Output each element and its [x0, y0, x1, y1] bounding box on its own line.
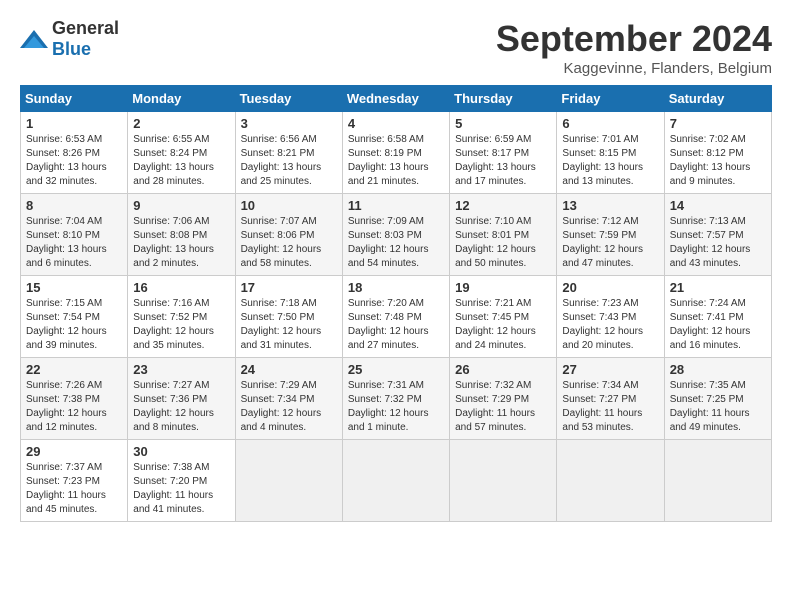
table-row: 13Sunrise: 7:12 AMSunset: 7:59 PMDayligh… — [557, 194, 664, 276]
table-row: 11Sunrise: 7:09 AMSunset: 8:03 PMDayligh… — [342, 194, 449, 276]
table-row: 5Sunrise: 6:59 AMSunset: 8:17 PMDaylight… — [450, 112, 557, 194]
table-row: 17Sunrise: 7:18 AMSunset: 7:50 PMDayligh… — [235, 276, 342, 358]
table-row: 2Sunrise: 6:55 AMSunset: 8:24 PMDaylight… — [128, 112, 235, 194]
table-row: 10Sunrise: 7:07 AMSunset: 8:06 PMDayligh… — [235, 194, 342, 276]
table-row — [557, 440, 664, 522]
table-row: 30Sunrise: 7:38 AMSunset: 7:20 PMDayligh… — [128, 440, 235, 522]
table-row: 15Sunrise: 7:15 AMSunset: 7:54 PMDayligh… — [21, 276, 128, 358]
table-row: 26Sunrise: 7:32 AMSunset: 7:29 PMDayligh… — [450, 358, 557, 440]
header-wednesday: Wednesday — [342, 86, 449, 112]
table-row: 20Sunrise: 7:23 AMSunset: 7:43 PMDayligh… — [557, 276, 664, 358]
table-row: 18Sunrise: 7:20 AMSunset: 7:48 PMDayligh… — [342, 276, 449, 358]
table-row: 7Sunrise: 7:02 AMSunset: 8:12 PMDaylight… — [664, 112, 771, 194]
calendar-table: Sunday Monday Tuesday Wednesday Thursday… — [20, 85, 772, 522]
table-row: 6Sunrise: 7:01 AMSunset: 8:15 PMDaylight… — [557, 112, 664, 194]
header-saturday: Saturday — [664, 86, 771, 112]
header-tuesday: Tuesday — [235, 86, 342, 112]
table-row: 3Sunrise: 6:56 AMSunset: 8:21 PMDaylight… — [235, 112, 342, 194]
logo-general: General — [52, 18, 119, 38]
logo-text: General Blue — [52, 18, 119, 60]
table-row — [664, 440, 771, 522]
header: General Blue September 2024 Kaggevinne, … — [20, 18, 772, 77]
table-row: 28Sunrise: 7:35 AMSunset: 7:25 PMDayligh… — [664, 358, 771, 440]
page: General Blue September 2024 Kaggevinne, … — [0, 0, 792, 532]
location-title: Kaggevinne, Flanders, Belgium — [496, 60, 772, 77]
table-row: 4Sunrise: 6:58 AMSunset: 8:19 PMDaylight… — [342, 112, 449, 194]
table-row — [450, 440, 557, 522]
table-row — [235, 440, 342, 522]
header-friday: Friday — [557, 86, 664, 112]
table-row: 8Sunrise: 7:04 AMSunset: 8:10 PMDaylight… — [21, 194, 128, 276]
month-title: September 2024 — [496, 18, 772, 60]
table-row: 14Sunrise: 7:13 AMSunset: 7:57 PMDayligh… — [664, 194, 771, 276]
table-row: 25Sunrise: 7:31 AMSunset: 7:32 PMDayligh… — [342, 358, 449, 440]
title-area: September 2024 Kaggevinne, Flanders, Bel… — [496, 18, 772, 77]
table-row: 12Sunrise: 7:10 AMSunset: 8:01 PMDayligh… — [450, 194, 557, 276]
table-row: 19Sunrise: 7:21 AMSunset: 7:45 PMDayligh… — [450, 276, 557, 358]
table-row: 21Sunrise: 7:24 AMSunset: 7:41 PMDayligh… — [664, 276, 771, 358]
logo-blue: Blue — [52, 39, 91, 59]
header-thursday: Thursday — [450, 86, 557, 112]
header-sunday: Sunday — [21, 86, 128, 112]
header-monday: Monday — [128, 86, 235, 112]
logo: General Blue — [20, 18, 119, 60]
table-row: 27Sunrise: 7:34 AMSunset: 7:27 PMDayligh… — [557, 358, 664, 440]
logo-icon — [20, 28, 48, 50]
table-row: 23Sunrise: 7:27 AMSunset: 7:36 PMDayligh… — [128, 358, 235, 440]
table-row: 24Sunrise: 7:29 AMSunset: 7:34 PMDayligh… — [235, 358, 342, 440]
table-row — [342, 440, 449, 522]
table-row: 16Sunrise: 7:16 AMSunset: 7:52 PMDayligh… — [128, 276, 235, 358]
table-row: 1Sunrise: 6:53 AMSunset: 8:26 PMDaylight… — [21, 112, 128, 194]
table-row: 22Sunrise: 7:26 AMSunset: 7:38 PMDayligh… — [21, 358, 128, 440]
table-row: 9Sunrise: 7:06 AMSunset: 8:08 PMDaylight… — [128, 194, 235, 276]
table-row: 29Sunrise: 7:37 AMSunset: 7:23 PMDayligh… — [21, 440, 128, 522]
weekday-header-row: Sunday Monday Tuesday Wednesday Thursday… — [21, 86, 772, 112]
